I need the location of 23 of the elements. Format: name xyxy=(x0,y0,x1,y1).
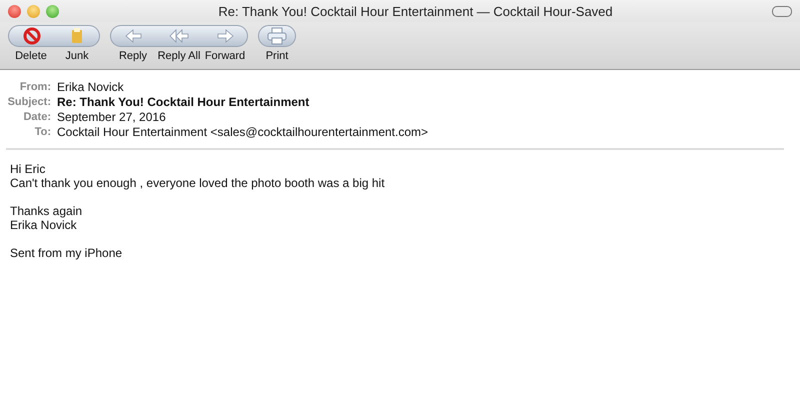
header-value: Cocktail Hour Entertainment <sales@cocktailhourentertainment.com> xyxy=(57,125,428,140)
message-line: Hi Eric xyxy=(10,162,46,176)
header-value: Re: Thank You! Cocktail Hour Entertainment xyxy=(57,95,310,110)
window-title: Re: Thank You! Cocktail Hour Entertainment — Cocktail Hour-Saved xyxy=(217,4,614,18)
zoom-button[interactable] xyxy=(46,4,59,18)
header-value: September 27, 2016 xyxy=(57,110,166,125)
no-entry-icon xyxy=(22,27,40,45)
minimize-button[interactable] xyxy=(27,4,40,18)
header-label: Subject: xyxy=(6,95,51,110)
message-line: Can't thank you enough , everyone loved the photo booth was a big hit xyxy=(10,176,386,190)
toolbar-toggle-button[interactable] xyxy=(772,6,792,16)
printer-icon xyxy=(267,27,287,45)
header-value: Erika Novick xyxy=(57,80,124,95)
message-line: Sent from my iPhone xyxy=(10,246,124,260)
header-label: Date: xyxy=(22,110,51,125)
message-line: Thanks again xyxy=(10,204,84,218)
right-arrow-icon xyxy=(216,29,234,43)
close-button[interactable] xyxy=(8,4,21,18)
double-left-arrow-icon xyxy=(169,29,189,43)
message-line: Erika Novick xyxy=(10,218,78,232)
header-label: To: xyxy=(34,125,51,140)
header-label: From: xyxy=(18,80,51,95)
left-arrow-icon xyxy=(124,29,142,43)
